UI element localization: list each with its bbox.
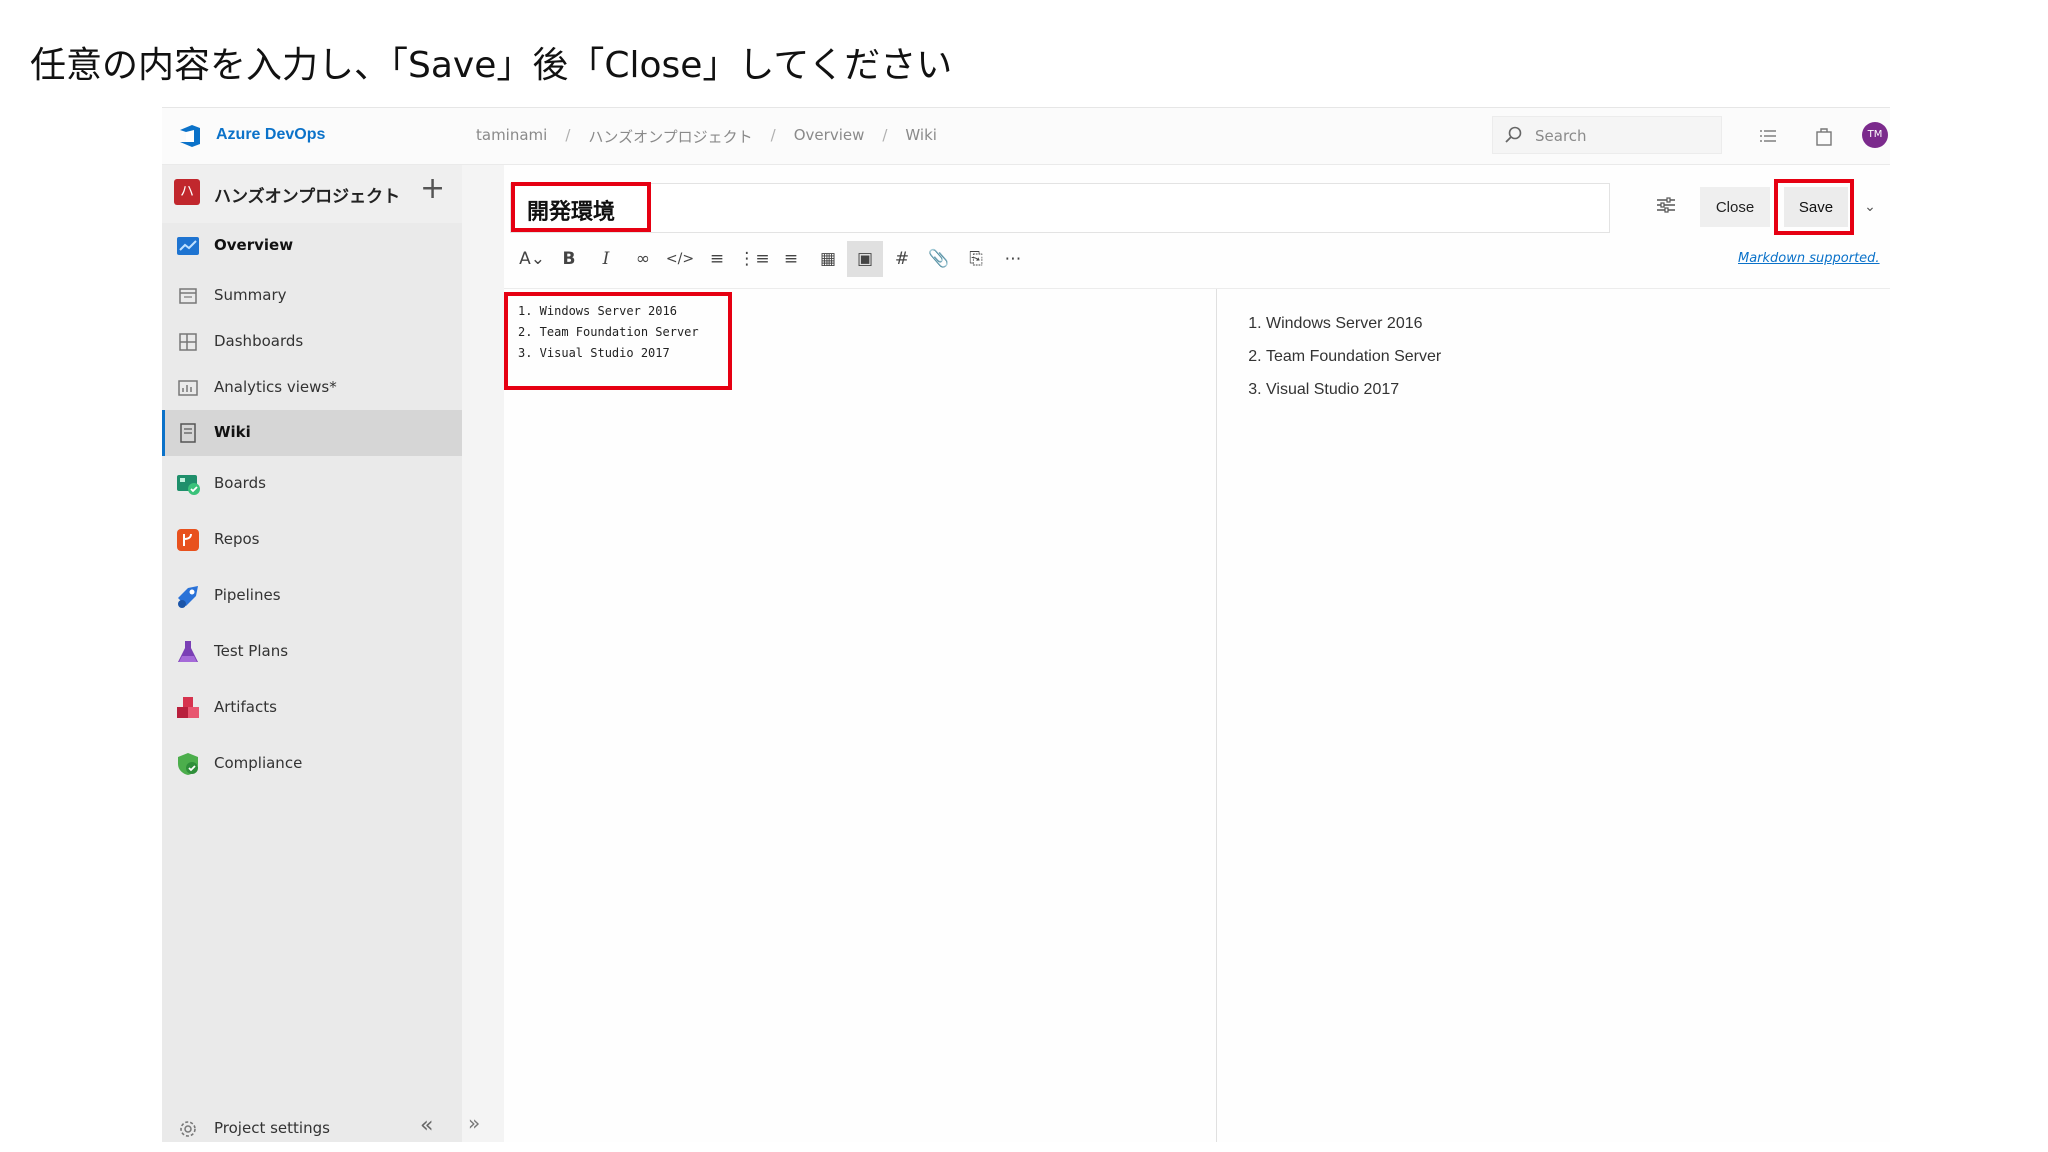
sidebar-item-compliance[interactable]: Compliance — [162, 741, 462, 787]
clipboard-icon[interactable]: ⎘ — [958, 241, 994, 277]
sidebar-item-test-plans[interactable]: Test Plans — [162, 629, 462, 675]
gear-icon — [180, 1121, 196, 1137]
search-icon — [1505, 126, 1522, 143]
top-bar: Azure DevOps taminami / ハンズオンプロジェクト / Ov… — [162, 108, 1890, 165]
sidebar-item-label: Wiki — [214, 423, 251, 441]
sidebar-item-label: Artifacts — [214, 698, 277, 716]
sidebar-item-label: Overview — [214, 236, 294, 254]
sidebar-item-pipelines[interactable]: Pipelines — [162, 573, 462, 619]
project-header[interactable]: ハ ハンズオンプロジェクト + — [162, 165, 462, 223]
overview-icon — [177, 237, 199, 255]
sidebar-item-overview[interactable]: Overview — [162, 223, 462, 269]
sidebar-item-label: Test Plans — [214, 642, 289, 660]
breadcrumb-project[interactable]: ハンズオンプロジェクト — [588, 126, 752, 147]
azure-devops-window: Azure DevOps taminami / ハンズオンプロジェクト / Ov… — [162, 107, 1890, 1142]
sidebar-item-label: Pipelines — [214, 586, 281, 604]
bold-icon[interactable]: B — [551, 241, 587, 277]
sidebar-item-label: Dashboards — [214, 332, 304, 350]
brand-name[interactable]: Azure DevOps — [216, 126, 325, 144]
link-icon[interactable]: ∞ — [625, 241, 661, 277]
sidebar-item-label: Boards — [214, 474, 266, 492]
close-button[interactable]: Close — [1700, 187, 1770, 227]
image-icon[interactable]: ▣ — [847, 241, 883, 277]
compliance-icon — [178, 753, 198, 775]
bulleted-list-icon[interactable]: ⋮≡ — [736, 241, 772, 277]
sidebar-item-wiki[interactable]: Wiki — [162, 410, 462, 456]
sidebar-item-summary[interactable]: Summary — [162, 273, 462, 319]
instruction-text: 任意の内容を入力し、「Save」後「Close」してください — [30, 45, 953, 86]
markdown-supported-link[interactable]: Markdown supported. — [1738, 251, 1880, 266]
breadcrumb-org[interactable]: taminami — [476, 126, 547, 147]
analytics-icon — [178, 380, 198, 396]
sidebar-item-analytics-views[interactable]: Analytics views* — [162, 365, 462, 411]
azure-devops-logo[interactable] — [176, 122, 204, 150]
test-plans-icon — [178, 641, 198, 662]
dashboards-icon — [179, 333, 197, 351]
preview-list-item: Visual Studio 2017 — [1266, 373, 1441, 406]
breadcrumb-separator: / — [770, 126, 776, 144]
wiki-icon — [180, 423, 196, 443]
sidebar-item-label: Compliance — [214, 754, 303, 772]
table-icon[interactable]: ▦ — [810, 241, 846, 277]
wiki-editor: 開発環境 Close Save ⌄ A⌄ B I ∞ </> ≡ ⋮≡ ≡ ▦ … — [504, 165, 1890, 1142]
source-line: 3. Visual Studio 2017 — [518, 346, 670, 360]
breadcrumb-wiki[interactable]: Wiki — [905, 126, 937, 147]
wiki-tree-collapsed-strip: » — [462, 165, 505, 1142]
search-box[interactable]: Search — [1492, 116, 1722, 154]
save-button[interactable]: Save — [1784, 187, 1848, 227]
sidebar-item-label: Summary — [214, 286, 287, 304]
markdown-preview: Windows Server 2016 Team Foundation Serv… — [1246, 307, 1441, 406]
artifacts-icon — [177, 697, 199, 718]
pipelines-icon — [178, 586, 198, 608]
editor-preview-divider[interactable] — [1216, 289, 1217, 1142]
breadcrumb-separator: / — [882, 126, 888, 144]
breadcrumb: taminami / ハンズオンプロジェクト / Overview / Wiki — [476, 126, 937, 147]
add-icon[interactable]: + — [420, 173, 445, 205]
list-icon[interactable] — [1756, 124, 1780, 148]
page-title-text: 開発環境 — [527, 200, 616, 225]
quote-list-icon[interactable]: ≡ — [699, 241, 735, 277]
source-line: 1. Windows Server 2016 — [518, 304, 677, 318]
search-placeholder: Search — [1535, 127, 1587, 145]
sidebar: ハ ハンズオンプロジェクト + Overview Summary Dashboa… — [162, 165, 462, 1142]
project-badge: ハ — [174, 179, 200, 205]
sidebar-item-label: Analytics views* — [214, 378, 337, 396]
sidebar-item-artifacts[interactable]: Artifacts — [162, 685, 462, 731]
page-title-input[interactable]: 開発環境 — [510, 182, 1610, 233]
project-name[interactable]: ハンズオンプロジェクト — [214, 182, 400, 207]
sliders-icon[interactable] — [1654, 193, 1678, 217]
project-settings-label: Project settings — [214, 1119, 330, 1137]
toolbar-divider — [504, 288, 1890, 289]
preview-list-item: Team Foundation Server — [1266, 340, 1441, 373]
source-line: 2. Team Foundation Server — [518, 325, 699, 339]
user-avatar[interactable]: TM — [1862, 122, 1888, 148]
formatting-toolbar: A⌄ B I ∞ </> ≡ ⋮≡ ≡ ▦ ▣ # 📎 ⎘ ⋯ — [514, 241, 1032, 277]
code-icon[interactable]: </> — [662, 241, 698, 277]
boards-icon — [177, 475, 200, 495]
chevron-down-icon[interactable]: ⌄ — [1856, 189, 1884, 225]
sidebar-item-label: Repos — [214, 530, 260, 548]
italic-icon[interactable]: I — [588, 241, 624, 277]
markdown-source-editor[interactable]: 1. Windows Server 2016 2. Team Foundation… — [518, 301, 699, 364]
sidebar-item-repos[interactable]: Repos — [162, 517, 462, 563]
repos-icon — [177, 529, 199, 551]
breadcrumb-overview[interactable]: Overview — [794, 126, 865, 147]
numbered-list-icon[interactable]: ≡ — [773, 241, 809, 277]
summary-icon — [179, 288, 197, 304]
shopping-bag-icon[interactable] — [1812, 124, 1836, 148]
more-options-icon[interactable]: ⋯ — [995, 241, 1031, 277]
hash-icon[interactable]: # — [884, 241, 920, 277]
expand-right-icon[interactable]: » — [468, 1111, 480, 1135]
breadcrumb-separator: / — [565, 126, 571, 144]
collapse-sidebar-icon[interactable]: « — [420, 1113, 433, 1138]
sidebar-item-dashboards[interactable]: Dashboards — [162, 319, 462, 365]
header-format-icon[interactable]: A⌄ — [514, 241, 550, 277]
preview-list-item: Windows Server 2016 — [1266, 307, 1441, 340]
project-settings[interactable]: Project settings — [162, 1115, 462, 1142]
sidebar-item-boards[interactable]: Boards — [162, 461, 462, 507]
attachment-icon[interactable]: 📎 — [921, 241, 957, 277]
